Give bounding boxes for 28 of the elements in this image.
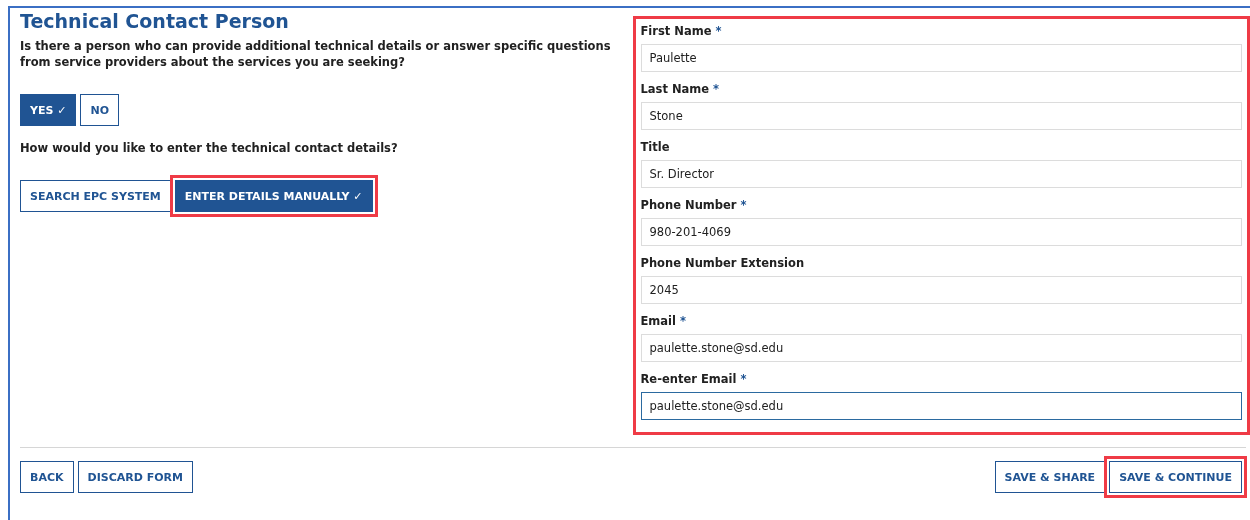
required-mark: *: [713, 82, 720, 96]
field-label: Title: [640, 140, 670, 154]
question-text: Is there a person who can provide additional technical details or answer specific questions from service providers about the services you are seeking?: [20, 38, 612, 70]
footer-button[interactable]: BACK: [20, 461, 74, 493]
required-mark: *: [740, 372, 747, 386]
required-mark: *: [680, 314, 686, 328]
page-title: Technical Contact Person: [20, 10, 290, 32]
footer-button[interactable]: SAVE & SHARE: [994, 461, 1106, 493]
choice-button[interactable]: YES ✓: [20, 94, 77, 126]
text-input[interactable]: Stone: [640, 102, 1242, 130]
required-mark: *: [740, 198, 747, 212]
text-input[interactable]: Sr. Director: [640, 160, 1242, 188]
field-label: Email: [640, 314, 676, 328]
question-text: How would you like to enter the technical contact details?: [20, 140, 399, 156]
text-input[interactable]: 980-201-4069: [640, 218, 1242, 246]
field-label: Phone Number: [640, 198, 737, 212]
required-mark: *: [715, 24, 722, 38]
choice-button[interactable]: NO: [80, 94, 119, 126]
choice-button[interactable]: SEARCH EPC SYSTEM: [20, 180, 171, 212]
field-label: Last Name: [640, 82, 710, 96]
field-label: Phone Number Extension: [640, 256, 805, 270]
text-input[interactable]: paulette.stone@sd.edu: [640, 334, 1242, 362]
footer-button[interactable]: DISCARD FORM: [77, 461, 193, 493]
field-label: First Name: [640, 24, 712, 38]
text-input[interactable]: 2045: [640, 276, 1242, 304]
text-input[interactable]: paulette.stone@sd.edu: [640, 392, 1242, 420]
text-input[interactable]: Paulette: [640, 44, 1242, 72]
field-label: Re-enter Email: [640, 372, 737, 386]
